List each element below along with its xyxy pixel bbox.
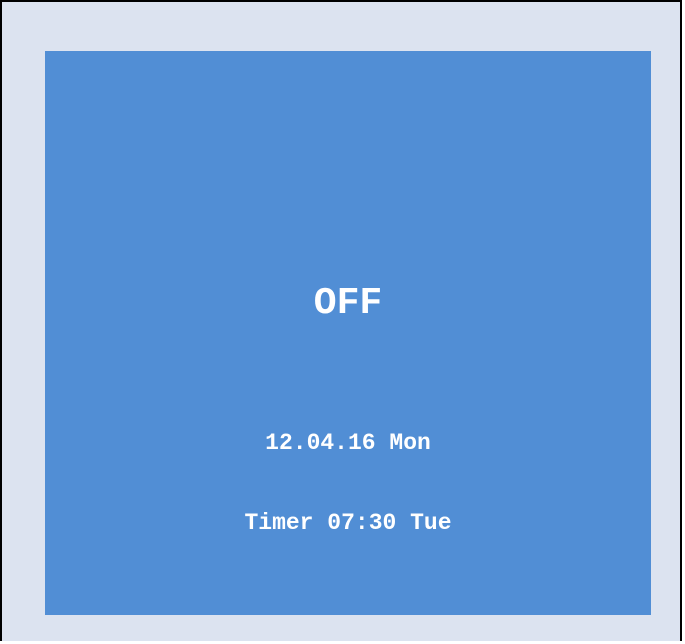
date-day-label: 12.04.16 Mon	[265, 430, 431, 456]
power-state-label: OFF	[313, 282, 383, 325]
timer-label: Timer 07:30 Tue	[244, 510, 452, 536]
device-frame: OFF 12.04.16 Mon Timer 07:30 Tue	[0, 0, 682, 641]
display-screen: OFF 12.04.16 Mon Timer 07:30 Tue	[45, 51, 651, 615]
